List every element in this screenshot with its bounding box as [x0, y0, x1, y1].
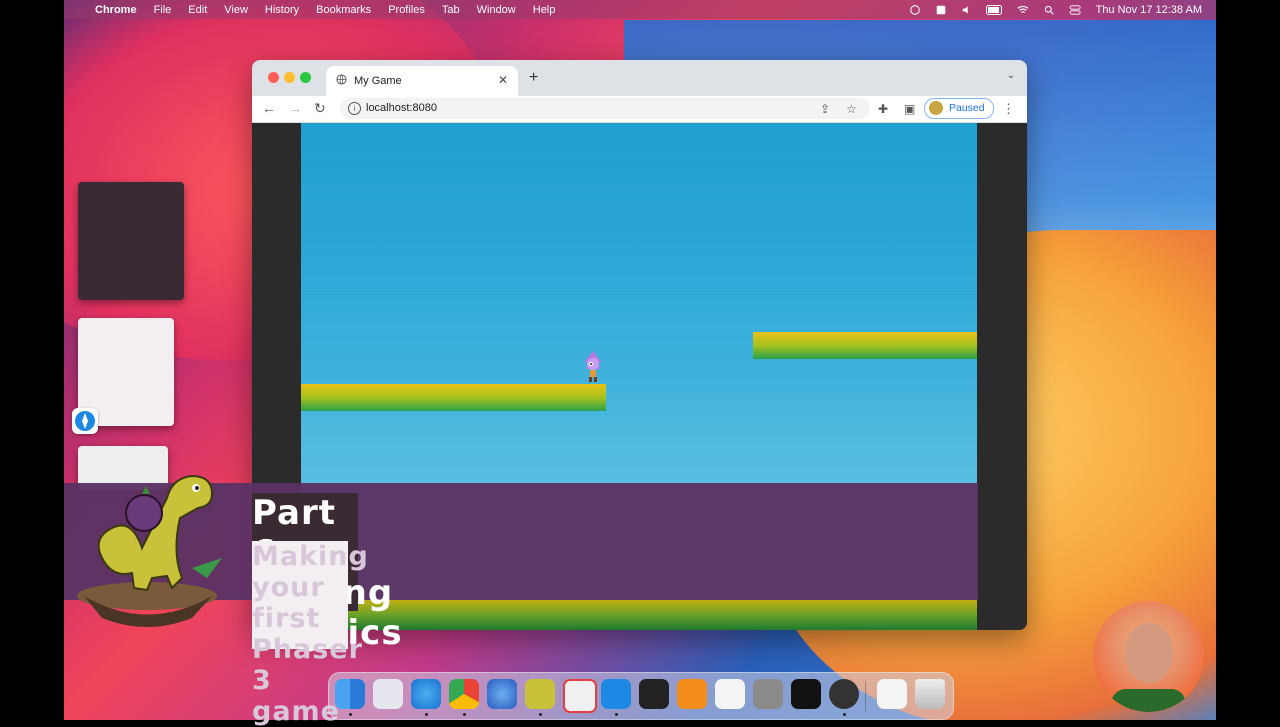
- dino-app-icon[interactable]: [525, 679, 555, 709]
- terminal-icon[interactable]: [639, 679, 669, 709]
- more-menu-icon[interactable]: ⋮: [1002, 101, 1015, 117]
- stage-thumbnail-editor[interactable]: [78, 182, 184, 300]
- site-info-icon[interactable]: i: [348, 102, 361, 115]
- battery-icon[interactable]: [985, 4, 1004, 15]
- trash-icon[interactable]: [915, 679, 945, 709]
- globe-icon: [336, 74, 347, 85]
- browser-toolbar: ← → ↻ i localhost:8080 ⇪ ☆ ✚ ▣ Paused ⋮: [252, 96, 1027, 123]
- menu-file[interactable]: File: [154, 4, 172, 16]
- menu-history[interactable]: History: [265, 4, 299, 16]
- url-text: localhost:8080: [366, 102, 437, 114]
- zoom-window-icon[interactable]: [300, 72, 311, 83]
- chevron-down-icon[interactable]: ⌄: [1007, 70, 1015, 81]
- player-sprite: [584, 351, 602, 382]
- reload-icon[interactable]: ↻: [314, 100, 326, 117]
- forward-arrow-icon[interactable]: →: [288, 100, 302, 116]
- close-tab-icon[interactable]: ✕: [498, 73, 508, 87]
- sublime-text-icon[interactable]: [677, 679, 707, 709]
- control-center-icon[interactable]: [1068, 4, 1084, 15]
- clock[interactable]: Thu Nov 17 12:38 AM: [1096, 4, 1202, 16]
- back-arrow-icon[interactable]: ←: [262, 100, 276, 116]
- extensions-puzzle-icon[interactable]: ✚: [878, 102, 888, 116]
- webcam-overlay: [1093, 601, 1204, 712]
- tab-title: My Game: [354, 75, 402, 87]
- obs-status-icon[interactable]: [908, 4, 922, 15]
- letterbox-right: [1216, 0, 1280, 720]
- menu-bar: Chrome File Edit View History Bookmarks …: [64, 0, 1216, 19]
- safari-icon[interactable]: [72, 408, 98, 434]
- finder-icon[interactable]: [335, 679, 365, 709]
- dock: [328, 672, 954, 720]
- tab-my-game[interactable]: My Game ✕: [326, 66, 518, 96]
- platform-right: [753, 332, 977, 359]
- platform-left: [301, 384, 606, 411]
- close-window-icon[interactable]: [268, 72, 279, 83]
- volume-icon[interactable]: [960, 5, 974, 15]
- dinosaur-mascot-icon: [77, 474, 222, 627]
- app-store-icon[interactable]: [715, 679, 745, 709]
- vscode-icon[interactable]: [601, 679, 631, 709]
- menu-help[interactable]: Help: [533, 4, 556, 16]
- new-tab-icon[interactable]: +: [529, 69, 538, 87]
- menu-view[interactable]: View: [224, 4, 248, 16]
- activity-monitor-icon[interactable]: [791, 679, 821, 709]
- thunderbird-icon[interactable]: [487, 679, 517, 709]
- menu-tab[interactable]: Tab: [442, 4, 460, 16]
- launchpad-icon[interactable]: [373, 679, 403, 709]
- obs-icon[interactable]: [829, 679, 859, 709]
- app-menu-chrome[interactable]: Chrome: [95, 4, 137, 16]
- share-icon[interactable]: ⇪: [820, 102, 830, 116]
- safari-icon[interactable]: [411, 679, 441, 709]
- menu-edit[interactable]: Edit: [188, 4, 207, 16]
- xcel-icon[interactable]: [934, 5, 948, 15]
- banner-subtitle: Making your first Phaser 3 game: [252, 541, 369, 727]
- profile-status: Paused: [949, 102, 985, 114]
- wifi-icon[interactable]: [1016, 5, 1030, 15]
- letterbox-left: [0, 0, 64, 720]
- minimize-window-icon[interactable]: [284, 72, 295, 83]
- chrome-icon[interactable]: [449, 679, 479, 709]
- bookmark-star-icon[interactable]: ☆: [846, 102, 857, 116]
- profile-button[interactable]: Paused: [924, 98, 994, 119]
- menu-window[interactable]: Window: [477, 4, 516, 16]
- spotlight-search-icon[interactable]: [1042, 5, 1056, 15]
- avatar: [929, 101, 943, 115]
- system-preferences-icon[interactable]: [753, 679, 783, 709]
- address-bar[interactable]: i localhost:8080: [340, 98, 870, 119]
- archive-icon[interactable]: [877, 679, 907, 709]
- tab-strip: My Game ✕ + ⌄: [252, 60, 1027, 96]
- menu-bookmarks[interactable]: Bookmarks: [316, 4, 371, 16]
- menu-profiles[interactable]: Profiles: [388, 4, 425, 16]
- side-panel-icon[interactable]: ▣: [904, 102, 915, 116]
- dino-help-icon[interactable]: [563, 679, 597, 713]
